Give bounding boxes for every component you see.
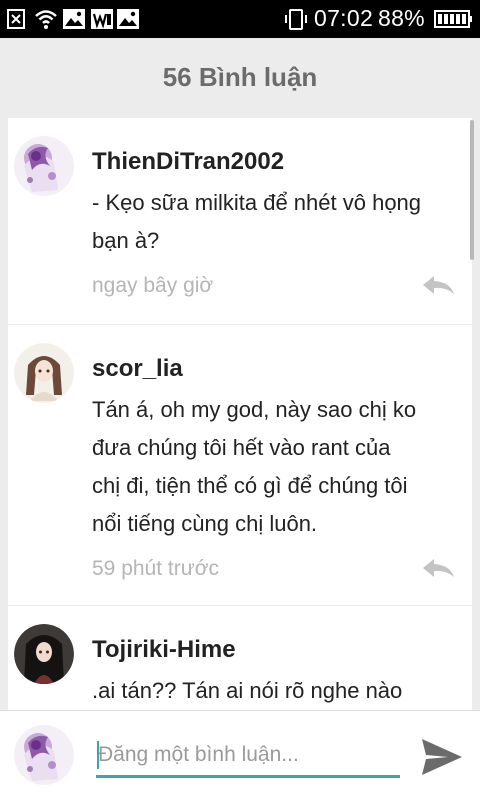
clock-text: 07:02 [314, 5, 374, 31]
text-cursor [97, 741, 99, 769]
close-box-icon [7, 9, 25, 29]
comment-text: - Kẹo sữa milkita để nhét vô họng bạn à? [92, 190, 422, 253]
image-icon [63, 9, 85, 29]
comment-username[interactable]: scor_lia [92, 355, 183, 383]
battery-icon [434, 10, 472, 28]
comment-item: scor_lia Tán á, oh my god, này sao chị k… [8, 325, 472, 606]
avatar[interactable] [14, 343, 74, 403]
comment-item: ThienDiTran2002 - Kẹo sữa milkita để nhé… [8, 118, 472, 325]
phone-vibrate-icon [285, 9, 307, 30]
comment-text: Tán á, oh my god, này sao chị ko đưa chú… [92, 397, 417, 536]
avatar [14, 725, 74, 785]
battery-percent: 88% [378, 5, 425, 31]
anime-avatar-purple-icon [14, 725, 74, 785]
comment-time: 59 phút trước [92, 557, 220, 580]
comment-list[interactable]: ThienDiTran2002 - Kẹo sữa milkita để nhé… [8, 118, 472, 710]
avatar[interactable] [14, 136, 74, 196]
comment-time: ngay bây giờ [92, 274, 214, 297]
wifi-icon [35, 10, 57, 29]
status-bar: 07:02 88% [0, 0, 480, 38]
comment-input[interactable] [96, 735, 400, 778]
send-icon[interactable] [420, 737, 464, 777]
reply-icon[interactable] [420, 555, 456, 581]
avatar[interactable] [14, 624, 74, 684]
word-icon [91, 9, 113, 29]
page-title: 56 Bình luận [162, 61, 318, 92]
anime-avatar-dark-icon [14, 624, 74, 684]
scrollbar[interactable] [470, 120, 474, 260]
image-icon [117, 9, 139, 29]
anime-avatar-girl-icon [14, 343, 74, 403]
header: 56 Bình luận [0, 38, 480, 116]
comment-username[interactable]: ThienDiTran2002 [92, 148, 284, 176]
comment-username[interactable]: Tojiriki-Hime [92, 636, 236, 664]
anime-avatar-purple-icon [14, 136, 74, 196]
comment-text: .ai tán?? Tán ai nói rõ nghe nào [92, 678, 403, 703]
comment-composer [0, 710, 480, 801]
comment-item: Tojiriki-Hime .ai tán?? Tán ai nói rõ ng… [8, 606, 472, 710]
reply-icon[interactable] [420, 272, 456, 298]
